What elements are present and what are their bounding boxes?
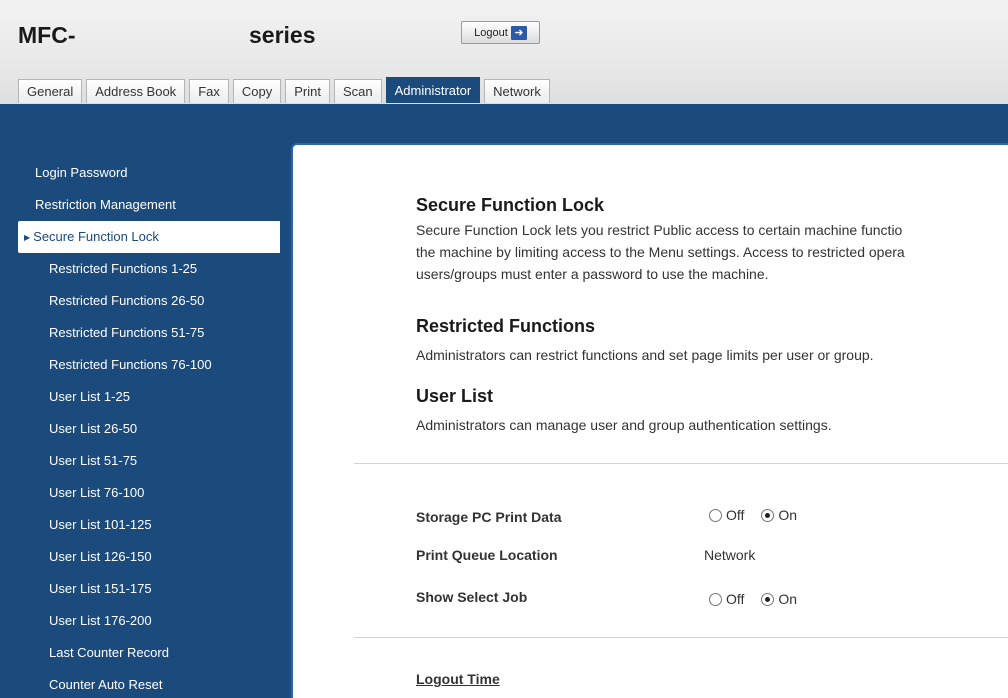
desc-line: the machine by limiting access to the Me… bbox=[416, 244, 905, 260]
sidebar-item-restriction-management[interactable]: Restriction Management bbox=[18, 189, 280, 221]
sidebar-item-user-list-51-75[interactable]: User List 51-75 bbox=[18, 445, 280, 477]
storage-pc-print-data-radio-group: Off On bbox=[709, 507, 814, 523]
storage-off-label: Off bbox=[726, 507, 745, 523]
sidebar-item-last-counter-record[interactable]: Last Counter Record bbox=[18, 637, 280, 669]
show-select-job-label: Show Select Job bbox=[416, 589, 528, 605]
main-tab-bar: General Address Book Fax Copy Print Scan… bbox=[18, 77, 550, 103]
sidebar-item-restricted-functions-51-75[interactable]: Restricted Functions 51-75 bbox=[18, 317, 280, 349]
sidebar-item-login-password[interactable]: Login Password bbox=[18, 157, 280, 189]
showjob-off-label: Off bbox=[726, 591, 745, 607]
sidebar-item-user-list-26-50[interactable]: User List 26-50 bbox=[18, 413, 280, 445]
sidebar-item-restricted-functions-76-100[interactable]: Restricted Functions 76-100 bbox=[18, 349, 280, 381]
sidebar-nav: Login Password Restriction Management ▶ S… bbox=[18, 157, 280, 698]
logout-label: Logout bbox=[474, 26, 508, 39]
section-desc-user-list: Administrators can manage user and group… bbox=[416, 417, 832, 433]
sidebar-item-counter-auto-reset[interactable]: Counter Auto Reset bbox=[18, 669, 280, 698]
section-title-secure-function-lock: Secure Function Lock bbox=[416, 195, 605, 215]
sidebar-item-label: Secure Function Lock bbox=[33, 229, 159, 244]
sidebar-item-user-list-176-200[interactable]: User List 176-200 bbox=[18, 605, 280, 637]
desc-line: Secure Function Lock lets you restrict P… bbox=[416, 222, 903, 238]
tab-administrator[interactable]: Administrator bbox=[385, 77, 481, 103]
logout-button[interactable]: Logout ➜ bbox=[461, 21, 540, 44]
tab-address-book[interactable]: Address Book bbox=[86, 79, 186, 103]
sidebar-item-secure-function-lock[interactable]: ▶ Secure Function Lock bbox=[18, 221, 280, 253]
storage-off-radio[interactable] bbox=[709, 508, 722, 522]
logout-time-heading: Logout Time bbox=[416, 671, 500, 687]
page-header: MFC- series Logout ➜ General Address Boo… bbox=[0, 0, 1008, 112]
tab-scan[interactable]: Scan bbox=[333, 79, 382, 103]
desc-line: users/groups must enter a password to us… bbox=[416, 266, 769, 282]
tab-copy[interactable]: Copy bbox=[232, 79, 282, 103]
storage-pc-print-data-label: Storage PC Print Data bbox=[416, 509, 562, 525]
divider bbox=[354, 463, 1008, 464]
storage-on-radio[interactable] bbox=[761, 508, 775, 522]
sidebar-item-user-list-76-100[interactable]: User List 76-100 bbox=[18, 477, 280, 509]
sidebar-item-user-list-151-175[interactable]: User List 151-175 bbox=[18, 573, 280, 605]
logout-arrow-icon: ➜ bbox=[510, 25, 527, 40]
print-queue-location-value: Network bbox=[704, 547, 756, 563]
model-series-label: series bbox=[249, 22, 316, 48]
sidebar-item-user-list-101-125[interactable]: User List 101-125 bbox=[18, 509, 280, 541]
showjob-on-label: On bbox=[778, 591, 798, 607]
divider bbox=[354, 637, 1008, 638]
triangle-right-icon: ▶ bbox=[24, 233, 31, 242]
section-desc-restricted-functions: Administrators can restrict functions an… bbox=[416, 347, 874, 363]
model-name-prefix: MFC- bbox=[18, 22, 76, 48]
print-queue-location-label: Print Queue Location bbox=[416, 547, 558, 563]
storage-on-label: On bbox=[778, 507, 798, 523]
showjob-off-radio[interactable] bbox=[709, 592, 722, 606]
sidebar-item-user-list-126-150[interactable]: User List 126-150 bbox=[18, 541, 280, 573]
tab-fax[interactable]: Fax bbox=[189, 79, 229, 103]
showjob-on-radio[interactable] bbox=[761, 592, 775, 606]
sidebar-item-restricted-functions-26-50[interactable]: Restricted Functions 26-50 bbox=[18, 285, 280, 317]
sidebar-item-user-list-1-25[interactable]: User List 1-25 bbox=[18, 381, 280, 413]
tab-general[interactable]: General bbox=[18, 79, 83, 103]
section-title-user-list: User List bbox=[416, 386, 494, 406]
show-select-job-radio-group: Off On bbox=[709, 591, 814, 607]
content-panel: Secure Function Lock Secure Function Loc… bbox=[291, 143, 1008, 698]
sidebar-item-restricted-functions-1-25[interactable]: Restricted Functions 1-25 bbox=[18, 253, 280, 285]
section-desc-secure-function-lock: Secure Function Lock lets you restrict P… bbox=[416, 219, 905, 285]
section-title-restricted-functions: Restricted Functions bbox=[416, 316, 596, 336]
tab-print[interactable]: Print bbox=[285, 79, 330, 103]
tab-network[interactable]: Network bbox=[484, 79, 550, 103]
